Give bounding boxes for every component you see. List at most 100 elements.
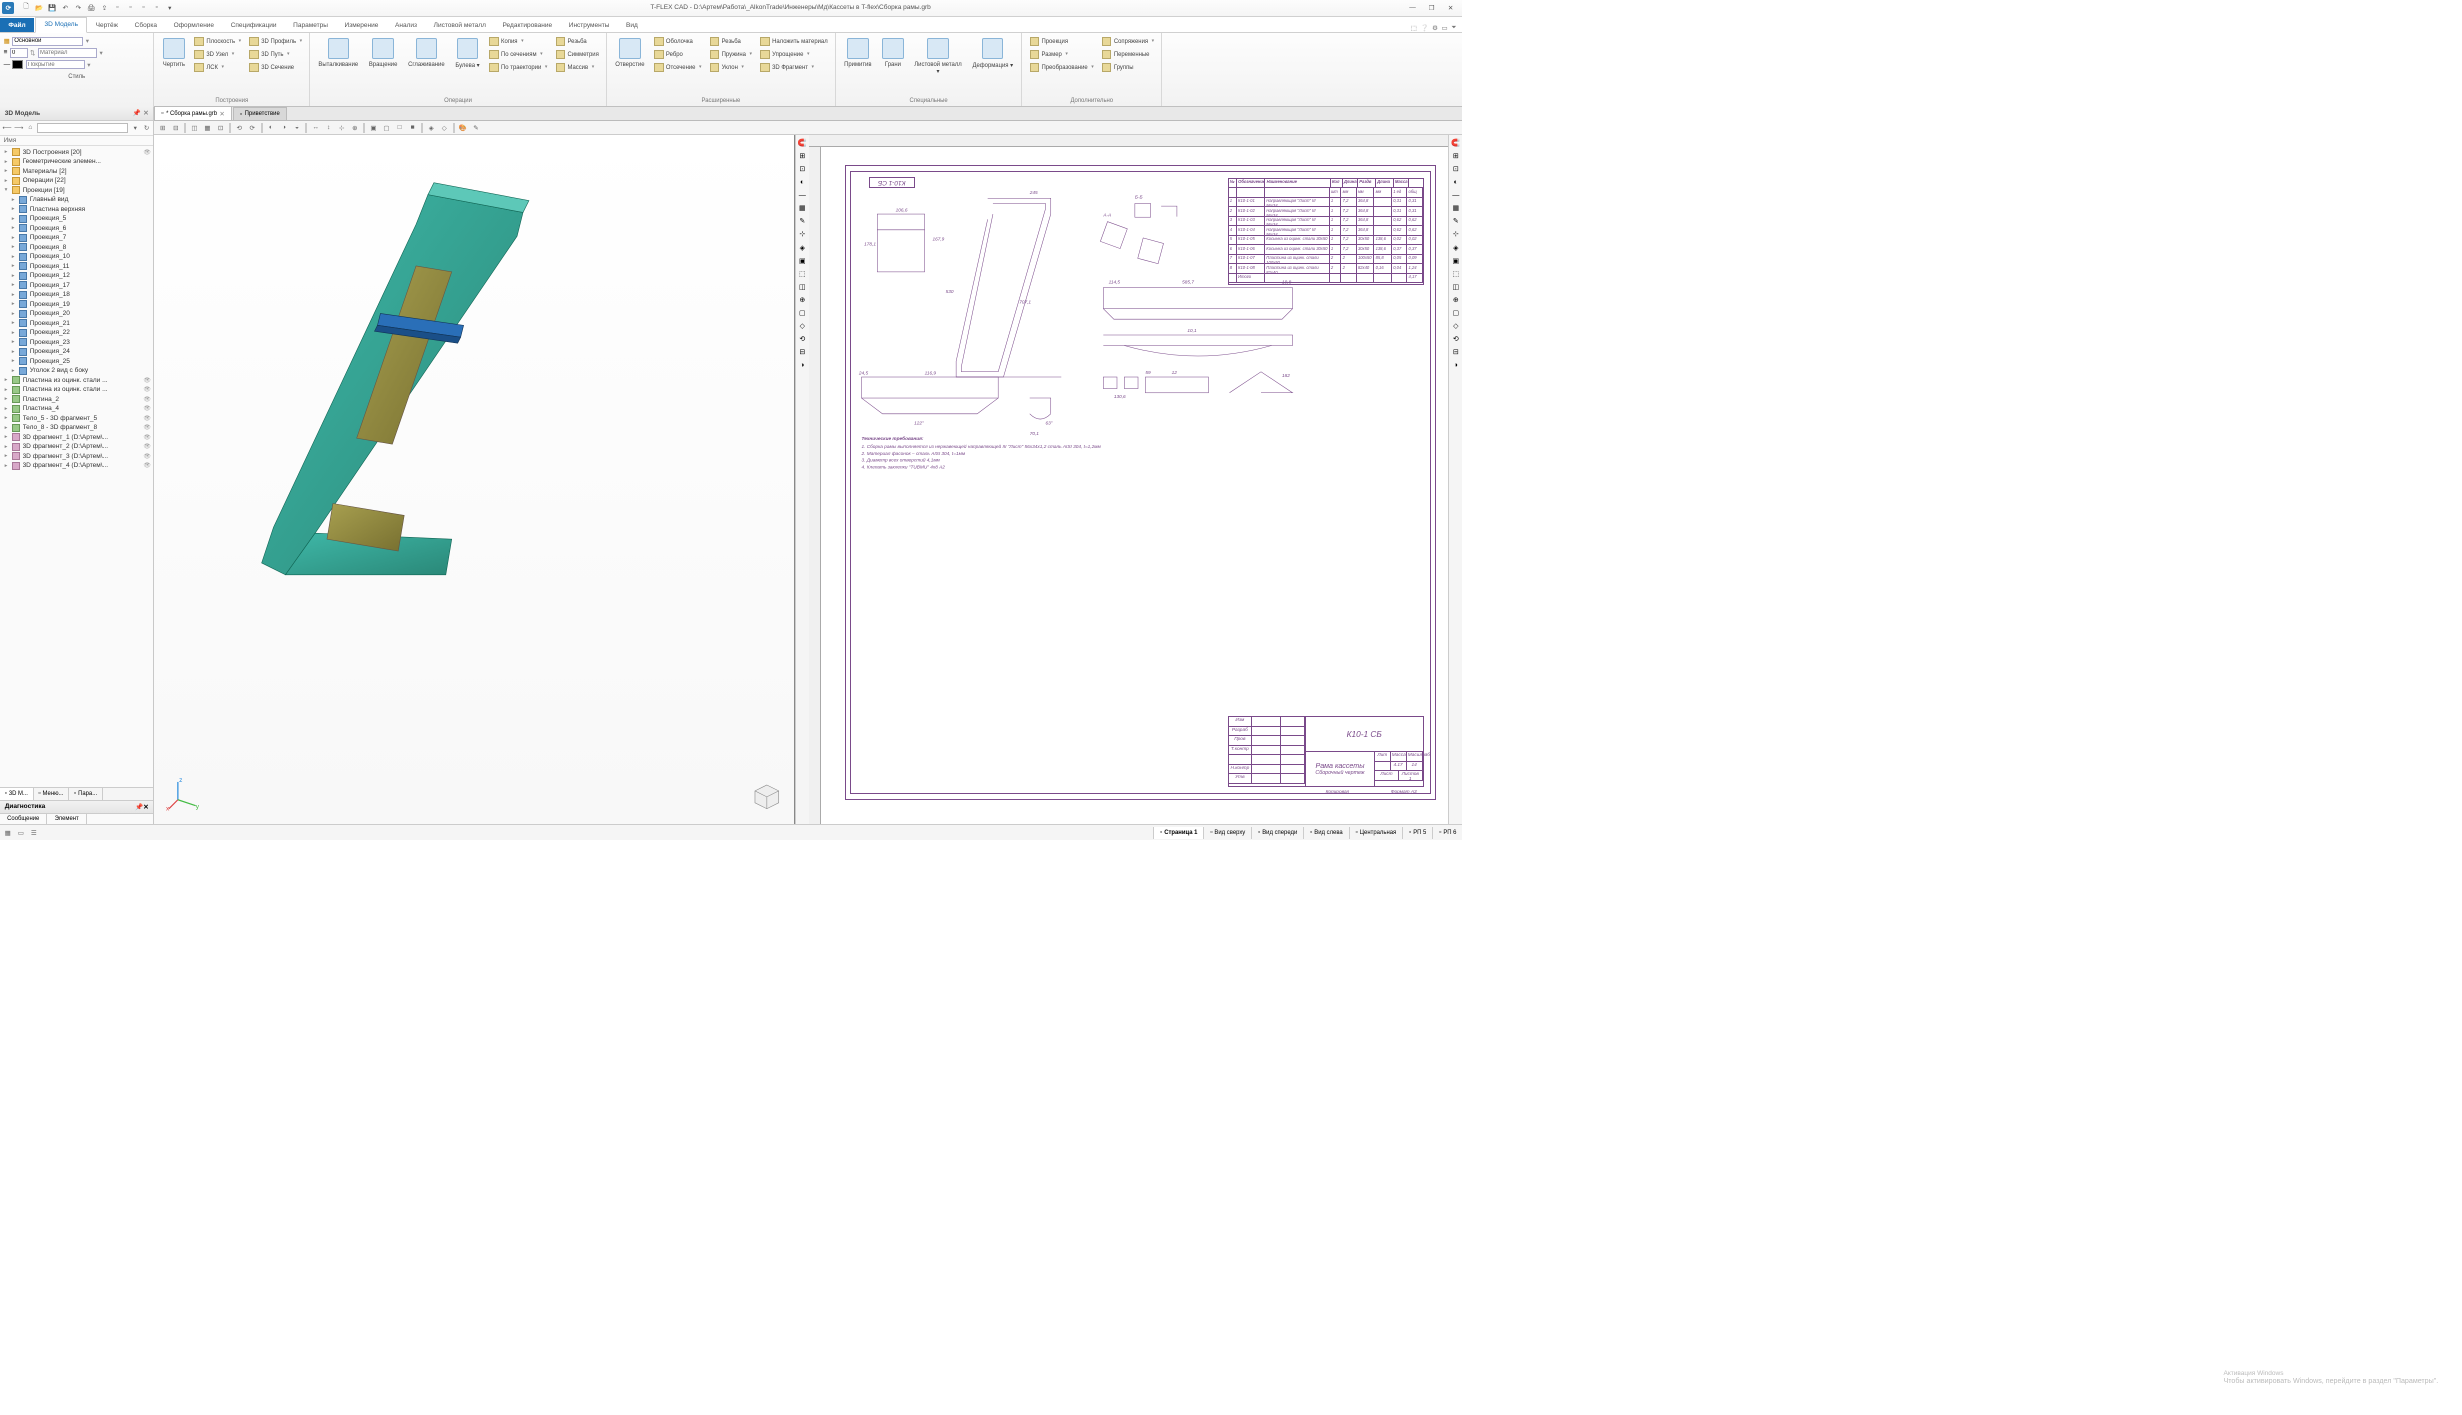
tree-node[interactable]: ▸Проекция_17 <box>1 280 152 290</box>
ribbon-tab-4[interactable]: Оформление <box>165 18 222 32</box>
qat-print[interactable]: 🖨 <box>86 2 98 14</box>
tree-node[interactable]: ▸Пластина верхняя <box>1 204 152 214</box>
linetype-icon[interactable]: — <box>4 61 11 68</box>
collapse-ribbon-icon[interactable]: ⚙ <box>1432 24 1438 32</box>
cmd-Массив[interactable]: Массив▾ <box>553 62 601 74</box>
tree-node[interactable]: ▸Проекция_6 <box>1 223 152 233</box>
tree-node[interactable]: ▸Тело_5 - 3D фрагмент_5👁 <box>1 413 152 423</box>
vtb-btn[interactable]: ⊕ <box>349 122 361 134</box>
tree-node[interactable]: ▸Пластина из оцинк. стали ...👁 <box>1 375 152 385</box>
cmd-Пружина[interactable]: Пружина▾ <box>707 49 754 61</box>
ribbon-tab-9[interactable]: Листовой металл <box>425 18 494 32</box>
panel-tab[interactable]: ▫Пара... <box>69 788 103 800</box>
side-btn[interactable]: ◈ <box>796 241 808 253</box>
side-btn[interactable]: ◇ <box>796 319 808 331</box>
cmd-3D Путь[interactable]: 3D Путь▾ <box>247 49 304 61</box>
3d-viewport[interactable]: z y x <box>154 135 794 823</box>
tree-node[interactable]: ▸Проекция_23 <box>1 337 152 347</box>
cmd-Размер[interactable]: Размер▾ <box>1027 49 1096 61</box>
qat-q3[interactable]: ▫ <box>138 2 150 14</box>
side-btn[interactable]: ▢ <box>796 306 808 318</box>
ribbon-tab-10[interactable]: Редактирование <box>494 18 560 32</box>
page-tab[interactable]: ▫Страница 1 <box>1153 827 1203 839</box>
vtb-btn[interactable]: ◒ <box>291 122 303 134</box>
status-icon-3[interactable]: ☰ <box>29 827 40 838</box>
settings-icon[interactable]: ❔ <box>1420 24 1428 32</box>
side-btn[interactable]: 🧲 <box>796 137 808 149</box>
tree-node[interactable]: ▸Операции [22] <box>1 176 152 186</box>
diag-tab[interactable]: Сообщение <box>0 814 47 824</box>
side-btn[interactable]: ⊟ <box>1450 346 1462 358</box>
side-btn[interactable]: ▣ <box>796 254 808 266</box>
cmd-Отверстие[interactable]: Отверстие <box>612 36 648 71</box>
pin-icon[interactable]: ▭ <box>1442 24 1448 32</box>
side-btn[interactable]: ⊕ <box>1450 293 1462 305</box>
side-btn[interactable]: ⬚ <box>796 267 808 279</box>
panel-tab[interactable]: ▫Меню... <box>34 788 70 800</box>
side-btn[interactable]: ✎ <box>1450 215 1462 227</box>
cmd-Выталкивание[interactable]: Выталкивание <box>315 36 362 71</box>
tree-node[interactable]: ▸Пластина из оцинк. стали ...👁 <box>1 385 152 395</box>
layer-select[interactable] <box>12 37 83 46</box>
diag-tab[interactable]: Элемент <box>47 814 86 824</box>
fwd-icon[interactable]: ⟶ <box>14 122 23 133</box>
side-btn[interactable]: ⊕ <box>796 293 808 305</box>
minimize-button[interactable]: — <box>1405 4 1419 12</box>
model-tree[interactable]: ▸3D Построения [20]👁▸Геометрические элем… <box>0 146 153 787</box>
tree-node[interactable]: ▸Проекция_12 <box>1 271 152 281</box>
help-icon[interactable]: ⬚ <box>1411 24 1417 32</box>
cmd-Деформация[interactable]: Деформация ▾ <box>969 36 1017 72</box>
vtb-btn[interactable]: ↔ <box>310 122 322 134</box>
side-btn[interactable]: ⟲ <box>796 333 808 345</box>
cmd-3D Сечение[interactable]: 3D Сечение <box>247 62 304 74</box>
vtb-btn[interactable]: ■ <box>407 122 419 134</box>
vtb-btn[interactable]: ▣ <box>368 122 380 134</box>
cmd-Чертить[interactable]: Чертить <box>159 36 188 71</box>
layer-icon[interactable]: ▦ <box>4 37 10 45</box>
tree-node[interactable]: ▸Проекция_11 <box>1 261 152 271</box>
cmd-3D Узел[interactable]: 3D Узел▾ <box>192 49 243 61</box>
qat-save[interactable]: 💾 <box>46 2 58 14</box>
side-btn[interactable]: ◈ <box>1450 241 1462 253</box>
side-btn[interactable]: ▦ <box>1450 202 1462 214</box>
tree-node[interactable]: ▸Геометрические элемен... <box>1 157 152 167</box>
side-btn[interactable]: ⊹ <box>796 228 808 240</box>
ribbon-tab-7[interactable]: Измерение <box>336 18 387 32</box>
doc-tab[interactable]: ▫ Приветствие <box>233 107 287 120</box>
page-tab[interactable]: ▫Вид спереди <box>1251 827 1303 839</box>
tree-node[interactable]: ▸Проекция_5 <box>1 214 152 224</box>
ribbon-tab-8[interactable]: Анализ <box>387 18 426 32</box>
tree-node[interactable]: ▸Главный вид <box>1 195 152 205</box>
side-btn[interactable]: — <box>796 189 808 201</box>
side-btn[interactable]: ⬚ <box>1450 267 1462 279</box>
qat-q1[interactable]: ▫ <box>112 2 124 14</box>
tree-node[interactable]: ▾Проекции [19] <box>1 185 152 195</box>
pin-icon[interactable]: 📌 <box>135 804 143 811</box>
side-btn[interactable]: ◑ <box>1450 359 1462 371</box>
side-btn[interactable]: ⊹ <box>1450 228 1462 240</box>
tree-node[interactable]: ▸Проекция_21 <box>1 318 152 328</box>
cmd-3D Профиль[interactable]: 3D Профиль▾ <box>247 36 304 48</box>
vtb-btn[interactable]: ⊟ <box>170 122 182 134</box>
ribbon-tab-12[interactable]: Вид <box>618 18 646 32</box>
cmd-Булева[interactable]: Булева ▾ <box>452 36 483 72</box>
side-btn[interactable]: ▦ <box>796 202 808 214</box>
vtb-btn[interactable]: ◈ <box>425 122 437 134</box>
cmd-Копия[interactable]: Копия▾ <box>487 36 550 48</box>
cmd-По сечениям[interactable]: По сечениям▾ <box>487 49 550 61</box>
tree-node[interactable]: ▸Проекция_20 <box>1 309 152 319</box>
dropdown-icon[interactable]: ▾ <box>131 122 140 133</box>
ribbon-tab-2[interactable]: Чертёж <box>87 18 126 32</box>
cmd-Ребро[interactable]: Ребро <box>652 49 704 61</box>
cmd-Преобразование[interactable]: Преобразование▾ <box>1027 62 1096 74</box>
side-btn[interactable]: ◐ <box>1450 176 1462 188</box>
pin-icon[interactable]: 📌 <box>133 109 141 117</box>
cmd-Вращение[interactable]: Вращение <box>365 36 401 71</box>
ribbon-tab-3[interactable]: Сборка <box>126 18 165 32</box>
cmd-Переменные[interactable]: Переменные <box>1100 49 1157 61</box>
side-btn[interactable]: 🧲 <box>1450 137 1462 149</box>
cmd-Листовой металл[interactable]: Листовой металл ▾ <box>911 36 966 78</box>
ribbon-tab-11[interactable]: Инструменты <box>560 18 617 32</box>
cmd-Плоскость[interactable]: Плоскость▾ <box>192 36 243 48</box>
tree-node[interactable]: ▸Проекция_18 <box>1 290 152 300</box>
